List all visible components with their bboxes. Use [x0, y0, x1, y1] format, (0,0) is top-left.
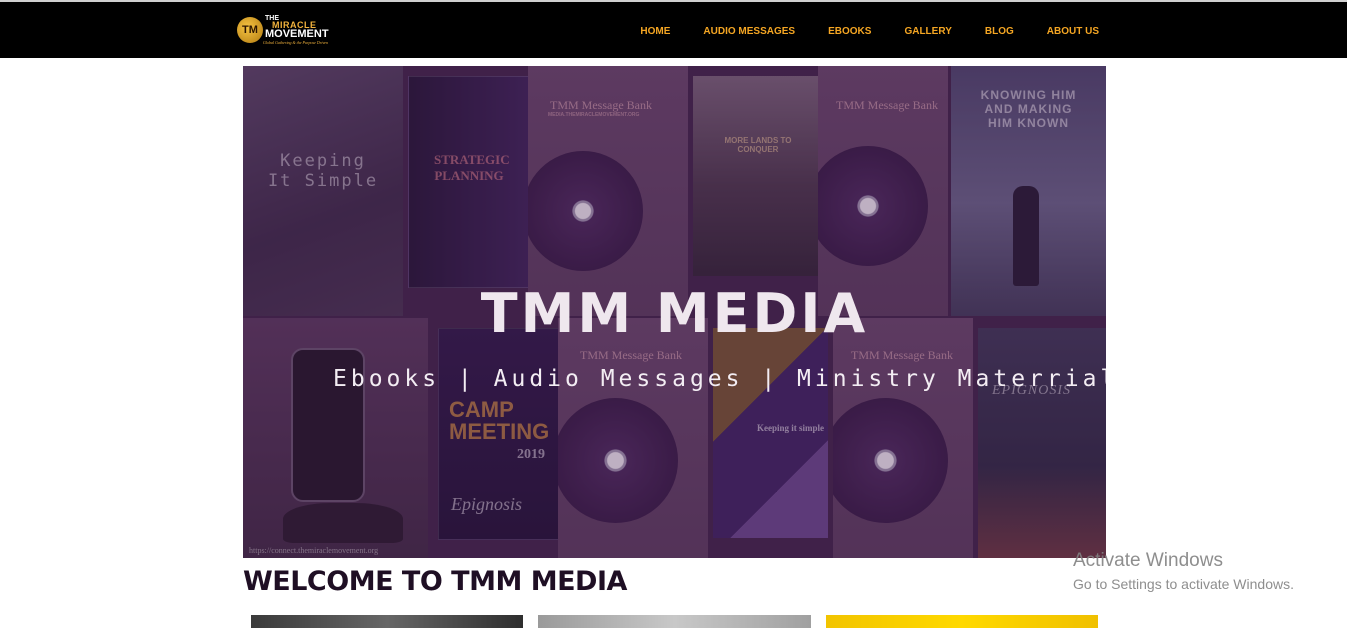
- nav-audio-messages[interactable]: AUDIO MESSAGES: [703, 26, 795, 37]
- media-card-3[interactable]: [826, 615, 1098, 628]
- logo-text-movement: MOVEMENT: [265, 28, 329, 40]
- windows-activation-subtitle: Go to Settings to activate Windows.: [1073, 576, 1294, 592]
- hero-watermark-url: https://connect.themiraclemovement.org: [249, 546, 379, 555]
- hero-title: TMM MEDIA: [480, 282, 869, 345]
- welcome-heading: WELCOME TO TMM MEDIA: [243, 566, 627, 597]
- nav-blog[interactable]: BLOG: [985, 26, 1014, 37]
- site-logo[interactable]: TM THE MIRACLE MOVEMENT Global Gathering…: [237, 15, 337, 47]
- media-card-2[interactable]: [538, 615, 811, 628]
- media-card-1[interactable]: [251, 615, 523, 628]
- logo-emblem: TM: [237, 17, 263, 43]
- main-nav: HOME AUDIO MESSAGES EBOOKS GALLERY BLOG …: [640, 4, 1099, 58]
- nav-home[interactable]: HOME: [640, 26, 670, 37]
- nav-about-us[interactable]: ABOUT US: [1047, 26, 1099, 37]
- windows-activation-title: Activate Windows: [1073, 550, 1223, 571]
- site-header: TM THE MIRACLE MOVEMENT Global Gathering…: [0, 2, 1347, 58]
- nav-gallery[interactable]: GALLERY: [904, 26, 951, 37]
- hero-subtitle: Ebooks | Audio Messages | Ministry Mater…: [333, 366, 1106, 392]
- nav-ebooks[interactable]: EBOOKS: [828, 26, 871, 37]
- logo-tagline: Global Gathering & the Purpose Driven: [263, 40, 328, 45]
- hero-banner: Keeping It Simple STRATEGIC PLANNING TMM…: [243, 66, 1106, 558]
